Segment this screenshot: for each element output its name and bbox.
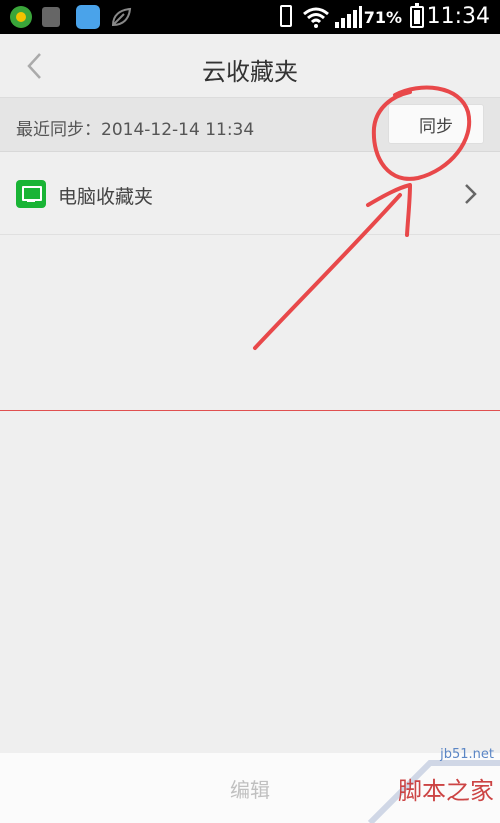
battery-icon: [410, 3, 424, 28]
signal-icon: [334, 6, 362, 32]
list-item-pc-favorites[interactable]: 电脑收藏夹: [0, 153, 500, 235]
status-bar: 71% 11:34: [0, 0, 500, 34]
status-time: 11:34: [426, 4, 490, 29]
app-blue-icon: [76, 5, 100, 29]
header: 云收藏夹: [0, 34, 500, 98]
watermark-url: jb51.net: [440, 747, 494, 762]
app-gray-icon: [42, 7, 60, 27]
list-item-label: 电脑收藏夹: [58, 186, 154, 208]
page-title: 云收藏夹: [202, 58, 298, 86]
watermark-text: 脚本之家: [398, 777, 494, 805]
edit-button[interactable]: 编辑: [200, 773, 300, 803]
wifi-icon: [302, 6, 330, 32]
last-sync-text: 最近同步：2014-12-14 11:34: [16, 120, 255, 140]
red-divider-line: [0, 410, 500, 411]
chevron-right-icon: [465, 184, 477, 204]
sync-button[interactable]: 同步: [388, 104, 484, 144]
app-green-icon: [10, 6, 32, 28]
watermark: jb51.net 脚本之家: [350, 743, 500, 823]
phone-vibrate-icon: [280, 5, 292, 27]
leaf-icon: [110, 6, 132, 28]
monitor-icon: [16, 180, 46, 208]
battery-percent: 71%: [363, 8, 402, 27]
